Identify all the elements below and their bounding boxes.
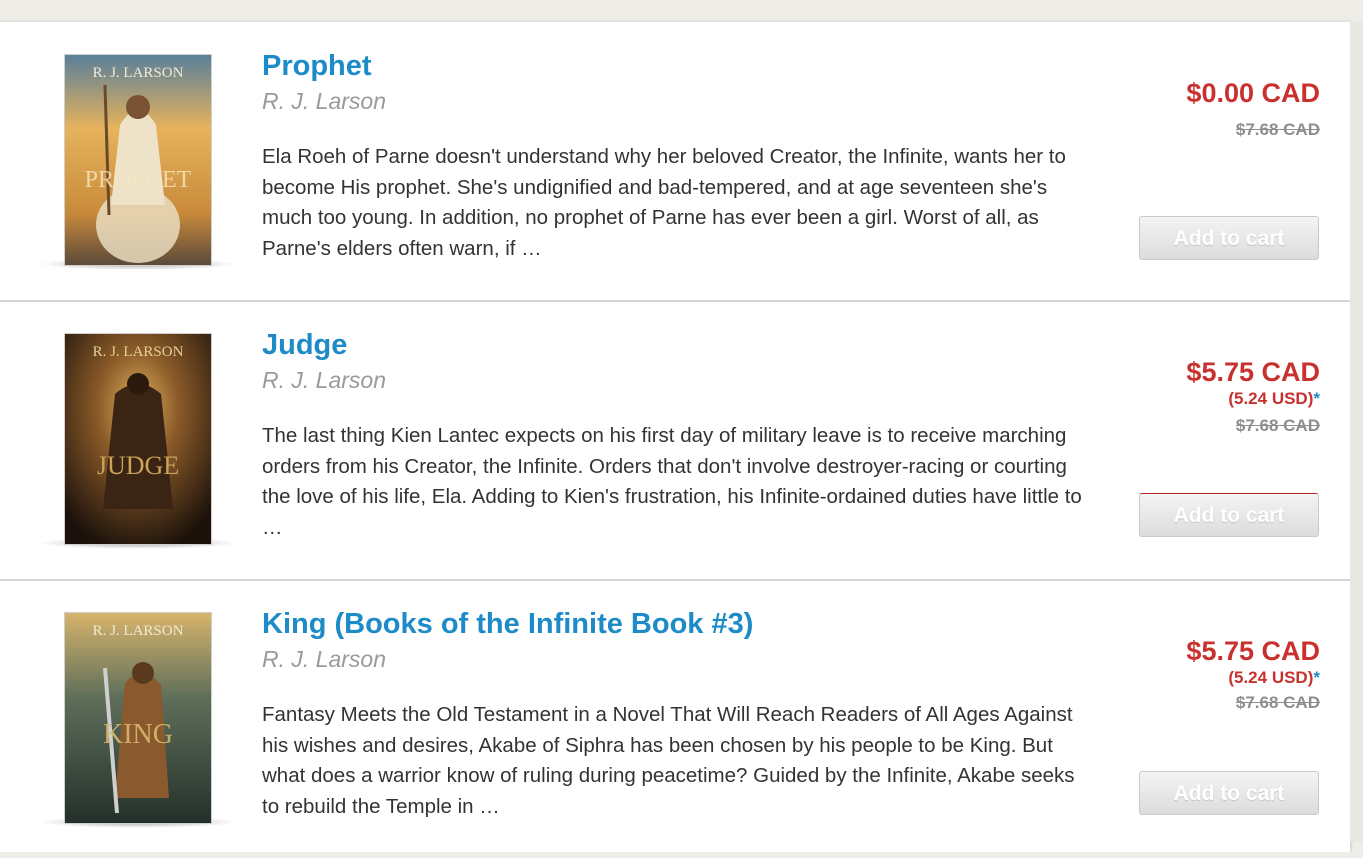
book-item-king: R. J. LARSON KING King (Books of the Inf… [0,580,1350,858]
original-price: $7.68 CAD [1235,693,1320,712]
add-to-cart-button[interactable]: Add to cart [1139,771,1319,815]
scrollbar-track[interactable] [1350,22,1363,842]
cover-title-text: PROPHET [85,167,192,193]
book-cover-image[interactable]: R. J. LARSON KING [64,612,212,824]
book-title-link[interactable]: King (Books of the Infinite Book #3) [262,608,753,641]
add-to-cart-button[interactable]: Add to cart [1139,216,1319,260]
book-author: R. J. Larson [262,646,386,672]
usd-price-value: (5.24 USD) [1228,668,1314,687]
original-price: $7.68 CAD [1235,416,1320,435]
add-to-cart-button[interactable]: Add to cart [1139,493,1319,537]
book-description: Ela Roeh of Parne doesn't understand why… [262,145,1066,260]
book-cover-image[interactable]: R. J. LARSON PROPHET [64,54,212,266]
book-cover-image[interactable]: R. J. LARSON JUDGE [64,333,212,545]
cover-author-text: R. J. LARSON [93,65,184,81]
book-title-link[interactable]: Judge [262,329,347,362]
book-cover-container: R. J. LARSON KING [38,612,238,828]
book-cover-container: R. J. LARSON JUDGE [38,333,238,549]
sale-price: $5.75 CAD [1186,636,1320,666]
cover-title-text: KING [103,719,173,750]
book-description: Fantasy Meets the Old Testament in a Nov… [262,703,1075,818]
original-price: $7.68 CAD [1235,120,1320,139]
book-description: The last thing Kien Lantec expects on hi… [262,424,1082,539]
sale-price: $5.75 CAD [1186,357,1320,387]
usd-price-value: (5.24 USD) [1228,389,1314,408]
cover-title-text: JUDGE [97,451,179,480]
book-item-judge: R. J. LARSON JUDGE Judge R. J. Larson Th… [0,301,1350,581]
book-item-prophet: R. J. LARSON PROPHET Prophet R. J. Larso… [0,22,1350,302]
usd-footnote-marker: * [1313,668,1320,687]
usd-price: (5.24 USD)* [1228,389,1320,409]
cover-author-text: R. J. LARSON [93,344,184,360]
book-cover-container: R. J. LARSON PROPHET [38,54,238,270]
sale-price: $0.00 CAD [1186,78,1320,108]
book-author: R. J. Larson [262,88,386,114]
book-author: R. J. Larson [262,367,386,393]
book-title-link[interactable]: Prophet [262,50,372,83]
cover-author-text: R. J. LARSON [93,623,184,639]
usd-footnote-marker: * [1313,389,1320,408]
usd-price: (5.24 USD)* [1228,668,1320,688]
